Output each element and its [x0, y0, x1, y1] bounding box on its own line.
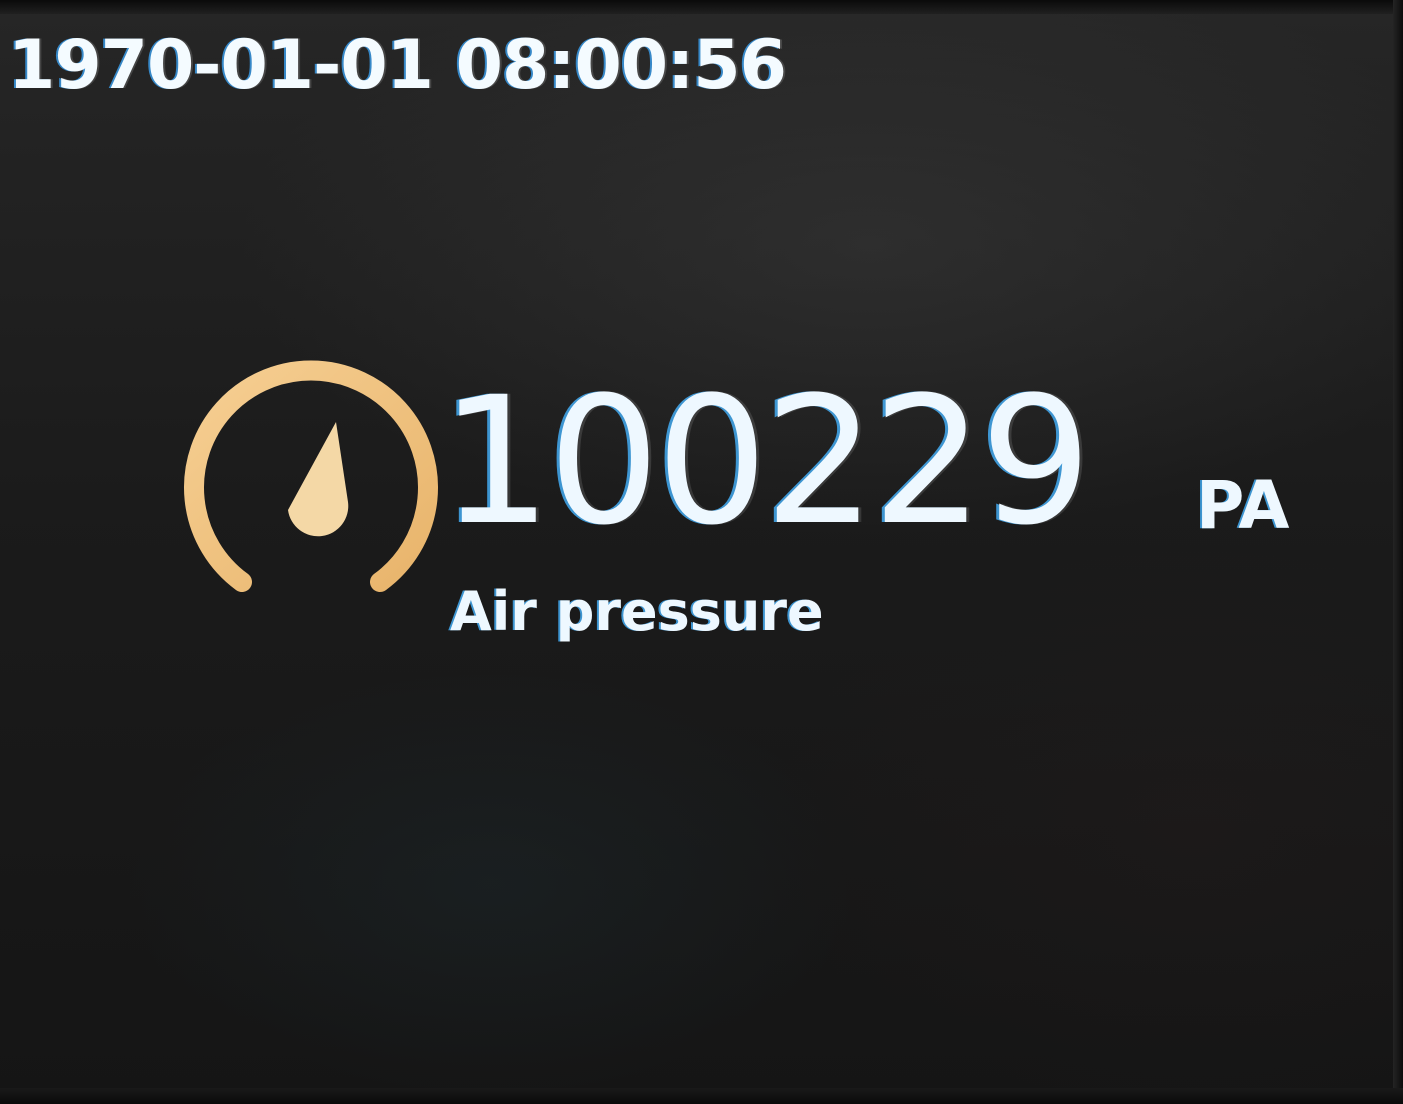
screen-bezel-right — [1393, 0, 1403, 1104]
gauge-icon — [176, 350, 446, 600]
screen-bezel-bottom — [0, 1088, 1403, 1104]
screen-bezel-top — [0, 0, 1403, 14]
datetime-display: 1970-01-01 08:00:56 — [8, 26, 787, 105]
pressure-unit: PA — [1196, 467, 1290, 544]
sensor-label: Air pressure — [450, 580, 824, 643]
pressure-value: 100229 — [440, 359, 1092, 564]
device-screen: 1970-01-01 08:00:56 100229 PA Air pressu… — [0, 0, 1403, 1104]
